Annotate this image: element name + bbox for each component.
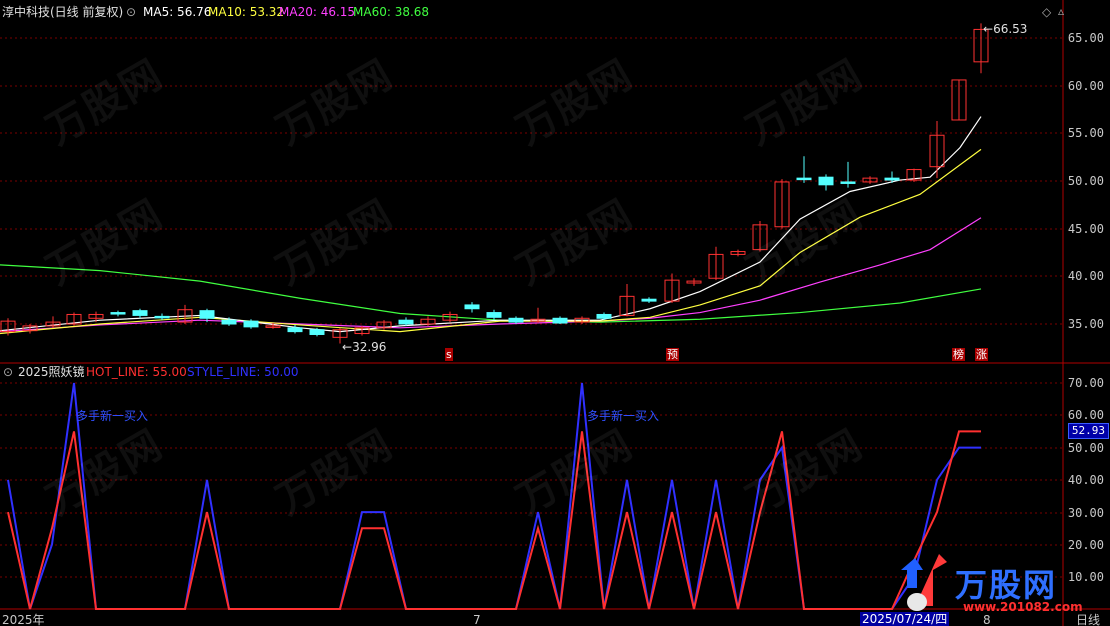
expand-up-icon[interactable]: ▵ bbox=[1058, 4, 1064, 18]
y-tick: 50.00 bbox=[1067, 174, 1104, 188]
ma60-label: MA60: 38.68 bbox=[353, 5, 430, 19]
candle-body bbox=[486, 312, 502, 318]
candle-body bbox=[110, 312, 126, 315]
current-value-badge: 52.93 bbox=[1067, 423, 1109, 439]
indicator-title[interactable]: 2025照妖镜 bbox=[18, 365, 85, 379]
ind-y-tick: 70.00 bbox=[1067, 376, 1104, 390]
signal-marker[interactable]: 预 bbox=[666, 348, 679, 361]
buy-annotation: 多手新一买入 bbox=[76, 409, 149, 423]
y-tick: 35.00 bbox=[1067, 317, 1104, 331]
ma5-label: MA5: 56.76 bbox=[143, 5, 212, 19]
ind-y-tick: 40.00 bbox=[1067, 473, 1104, 487]
diamond-icon[interactable]: ◇ bbox=[1042, 5, 1051, 19]
y-tick: 40.00 bbox=[1067, 269, 1104, 283]
signal-marker[interactable]: 榜 bbox=[952, 348, 965, 361]
candle-body bbox=[221, 319, 237, 325]
brand-logo: 万股网 www.201082.com bbox=[893, 548, 1103, 618]
time-label: 2025年 bbox=[2, 613, 45, 626]
brand-url: www.201082.com bbox=[963, 600, 1083, 614]
candle-body bbox=[596, 313, 612, 319]
candle-body bbox=[398, 319, 414, 325]
y-tick: 65.00 bbox=[1067, 31, 1104, 45]
collapse-icon[interactable]: ⊙ bbox=[126, 5, 136, 19]
signal-marker[interactable]: s bbox=[445, 348, 453, 361]
time-label: 7 bbox=[473, 613, 481, 626]
candle-body bbox=[508, 317, 524, 323]
candle-body bbox=[796, 177, 812, 181]
style-line-label: STYLE_LINE: 50.00 bbox=[187, 365, 299, 379]
hot-line-label: HOT_LINE: 55.00 bbox=[86, 365, 187, 379]
low-price-label: ←32.96 bbox=[342, 340, 387, 354]
candle-body bbox=[818, 176, 834, 186]
ma10-label: MA10: 53.32 bbox=[208, 5, 285, 19]
high-price-value: 66.53 bbox=[993, 22, 1028, 36]
y-tick: 60.00 bbox=[1067, 79, 1104, 93]
candle-body bbox=[287, 327, 303, 333]
candle-body bbox=[884, 177, 900, 181]
signal-marker[interactable]: 涨 bbox=[975, 348, 988, 361]
candle-body bbox=[154, 315, 170, 319]
y-tick: 55.00 bbox=[1067, 126, 1104, 140]
candle-body bbox=[309, 329, 325, 335]
ind-y-tick: 50.00 bbox=[1067, 441, 1104, 455]
candle-body bbox=[464, 304, 480, 310]
stock-title[interactable]: 淳中科技(日线 前复权) bbox=[2, 5, 123, 19]
y-tick: 45.00 bbox=[1067, 222, 1104, 236]
collapse-icon[interactable]: ⊙ bbox=[3, 365, 13, 379]
candle-body bbox=[199, 310, 215, 319]
high-price-label: ←66.53 bbox=[983, 22, 1028, 36]
low-price-value: 32.96 bbox=[352, 340, 387, 354]
candle-body bbox=[641, 298, 657, 302]
ma20-label: MA20: 46.15 bbox=[279, 5, 356, 19]
ind-y-tick: 30.00 bbox=[1067, 506, 1104, 520]
candle-body bbox=[552, 317, 568, 324]
buy-annotation: 多手新一买入 bbox=[587, 409, 660, 423]
ind-y-tick: 60.00 bbox=[1067, 408, 1104, 422]
candle-body bbox=[132, 310, 148, 316]
candle-body bbox=[243, 320, 259, 328]
